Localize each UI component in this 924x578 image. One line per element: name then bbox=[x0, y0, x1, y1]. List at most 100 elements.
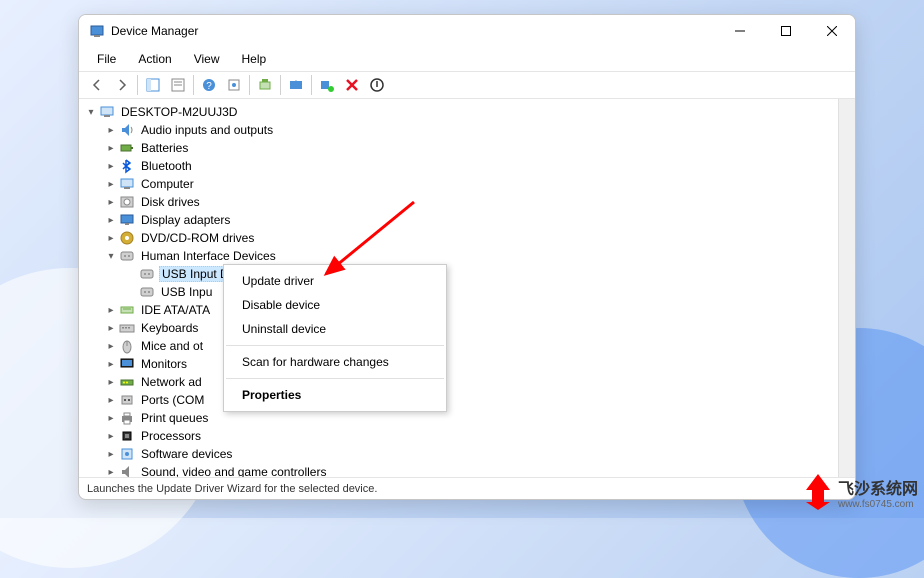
expand-icon[interactable] bbox=[103, 395, 119, 406]
tree-item-label: Keyboards bbox=[139, 321, 200, 335]
tree-item-label: Display adapters bbox=[139, 213, 232, 227]
ctx-uninstall-device[interactable]: Uninstall device bbox=[224, 317, 446, 341]
tree-root-label: DESKTOP-M2UUJ3D bbox=[119, 105, 239, 119]
audio-icon bbox=[119, 122, 135, 138]
expand-icon[interactable] bbox=[103, 449, 119, 460]
ctx-scan-hardware[interactable]: Scan for hardware changes bbox=[224, 350, 446, 374]
tree-item-label: Bluetooth bbox=[139, 159, 194, 173]
tree-item-label: Processors bbox=[139, 429, 203, 443]
expand-icon[interactable] bbox=[103, 305, 119, 316]
tree-item[interactable]: USB Inpu bbox=[79, 283, 838, 301]
titlebar: Device Manager bbox=[79, 15, 855, 47]
expand-icon[interactable] bbox=[103, 341, 119, 352]
show-hide-tree-button[interactable] bbox=[141, 73, 165, 97]
cpu-icon bbox=[119, 428, 135, 444]
keyboard-icon bbox=[119, 320, 135, 336]
scan-hardware-button[interactable] bbox=[253, 73, 277, 97]
port-icon bbox=[119, 392, 135, 408]
enable-button[interactable] bbox=[315, 73, 339, 97]
tree-item[interactable]: Disk drives bbox=[79, 193, 838, 211]
tree-item-label: IDE ATA/ATA bbox=[139, 303, 212, 317]
menu-view[interactable]: View bbox=[184, 50, 230, 68]
expand-icon[interactable] bbox=[103, 431, 119, 442]
device-tree[interactable]: DESKTOP-M2UUJ3D Audio inputs and outputs B… bbox=[79, 99, 838, 477]
tree-item-label: USB Inpu bbox=[159, 285, 214, 299]
tree-item-label: Print queues bbox=[139, 411, 210, 425]
tree-item[interactable]: DVD/CD-ROM drives bbox=[79, 229, 838, 247]
uninstall-button[interactable] bbox=[340, 73, 364, 97]
printer-icon bbox=[119, 410, 135, 426]
menu-action[interactable]: Action bbox=[128, 50, 181, 68]
tree-item[interactable]: Software devices bbox=[79, 445, 838, 463]
tree-item[interactable]: Monitors bbox=[79, 355, 838, 373]
computer-icon bbox=[99, 104, 115, 120]
tree-item[interactable]: Network ad bbox=[79, 373, 838, 391]
tree-item[interactable]: IDE ATA/ATA bbox=[79, 301, 838, 319]
window-controls bbox=[717, 15, 855, 47]
minimize-button[interactable] bbox=[717, 15, 763, 47]
tree-item[interactable]: Ports (COM bbox=[79, 391, 838, 409]
expand-icon[interactable] bbox=[103, 179, 119, 190]
tree-item-label: Ports (COM bbox=[139, 393, 206, 407]
hid-icon bbox=[139, 284, 155, 300]
expand-icon[interactable] bbox=[103, 125, 119, 136]
ctx-update-driver[interactable]: Update driver bbox=[224, 269, 446, 293]
help-button[interactable]: ? bbox=[197, 73, 221, 97]
expand-icon[interactable] bbox=[103, 233, 119, 244]
ctx-separator bbox=[226, 345, 444, 346]
menu-file[interactable]: File bbox=[87, 50, 126, 68]
dvd-icon bbox=[119, 230, 135, 246]
ctx-separator bbox=[226, 378, 444, 379]
tree-item[interactable]: Batteries bbox=[79, 139, 838, 157]
close-button[interactable] bbox=[809, 15, 855, 47]
disable-button[interactable] bbox=[365, 73, 389, 97]
battery-icon bbox=[119, 140, 135, 156]
status-text: Launches the Update Driver Wizard for th… bbox=[87, 483, 377, 495]
tree-item[interactable]: Sound, video and game controllers bbox=[79, 463, 838, 477]
update-driver-button[interactable] bbox=[284, 73, 308, 97]
maximize-button[interactable] bbox=[763, 15, 809, 47]
tree-item-label: Sound, video and game controllers bbox=[139, 465, 328, 477]
expand-icon[interactable] bbox=[103, 197, 119, 208]
tree-item[interactable]: Computer bbox=[79, 175, 838, 193]
tree-item[interactable]: Print queues bbox=[79, 409, 838, 427]
toolbar: ? bbox=[79, 71, 855, 99]
expand-icon[interactable] bbox=[103, 359, 119, 370]
tree-item[interactable]: Human Interface Devices bbox=[79, 247, 838, 265]
expand-icon[interactable] bbox=[103, 413, 119, 424]
expand-icon[interactable] bbox=[103, 215, 119, 226]
monitor-icon bbox=[119, 356, 135, 372]
expand-icon[interactable] bbox=[103, 251, 119, 262]
tree-item[interactable]: Keyboards bbox=[79, 319, 838, 337]
expand-icon[interactable] bbox=[103, 377, 119, 388]
mouse-icon bbox=[119, 338, 135, 354]
tree-item[interactable]: Processors bbox=[79, 427, 838, 445]
properties-button[interactable] bbox=[166, 73, 190, 97]
tree-item-label: Human Interface Devices bbox=[139, 249, 278, 263]
expand-icon[interactable] bbox=[103, 143, 119, 154]
expand-icon[interactable] bbox=[103, 467, 119, 478]
menu-help[interactable]: Help bbox=[232, 50, 277, 68]
ctx-disable-device[interactable]: Disable device bbox=[224, 293, 446, 317]
tree-item-label: DVD/CD-ROM drives bbox=[139, 231, 256, 245]
tree-root[interactable]: DESKTOP-M2UUJ3D bbox=[79, 103, 838, 121]
ide-icon bbox=[119, 302, 135, 318]
tree-item-label: Batteries bbox=[139, 141, 190, 155]
action-button[interactable] bbox=[222, 73, 246, 97]
back-button[interactable] bbox=[85, 73, 109, 97]
context-menu: Update driver Disable device Uninstall d… bbox=[223, 264, 447, 412]
tree-item[interactable]: USB Input Device bbox=[79, 265, 838, 283]
forward-button[interactable] bbox=[110, 73, 134, 97]
ctx-properties[interactable]: Properties bbox=[224, 383, 446, 407]
computer-icon bbox=[119, 176, 135, 192]
tree-item[interactable]: Audio inputs and outputs bbox=[79, 121, 838, 139]
hid-icon bbox=[139, 266, 155, 282]
device-manager-window: Device Manager File Action View Help ? D… bbox=[78, 14, 856, 500]
expand-icon[interactable] bbox=[103, 161, 119, 172]
tree-item[interactable]: Bluetooth bbox=[79, 157, 838, 175]
tree-item[interactable]: Display adapters bbox=[79, 211, 838, 229]
tree-item[interactable]: Mice and ot bbox=[79, 337, 838, 355]
vertical-scrollbar[interactable] bbox=[838, 99, 855, 477]
expand-icon[interactable] bbox=[103, 323, 119, 334]
expand-icon[interactable] bbox=[83, 107, 99, 118]
